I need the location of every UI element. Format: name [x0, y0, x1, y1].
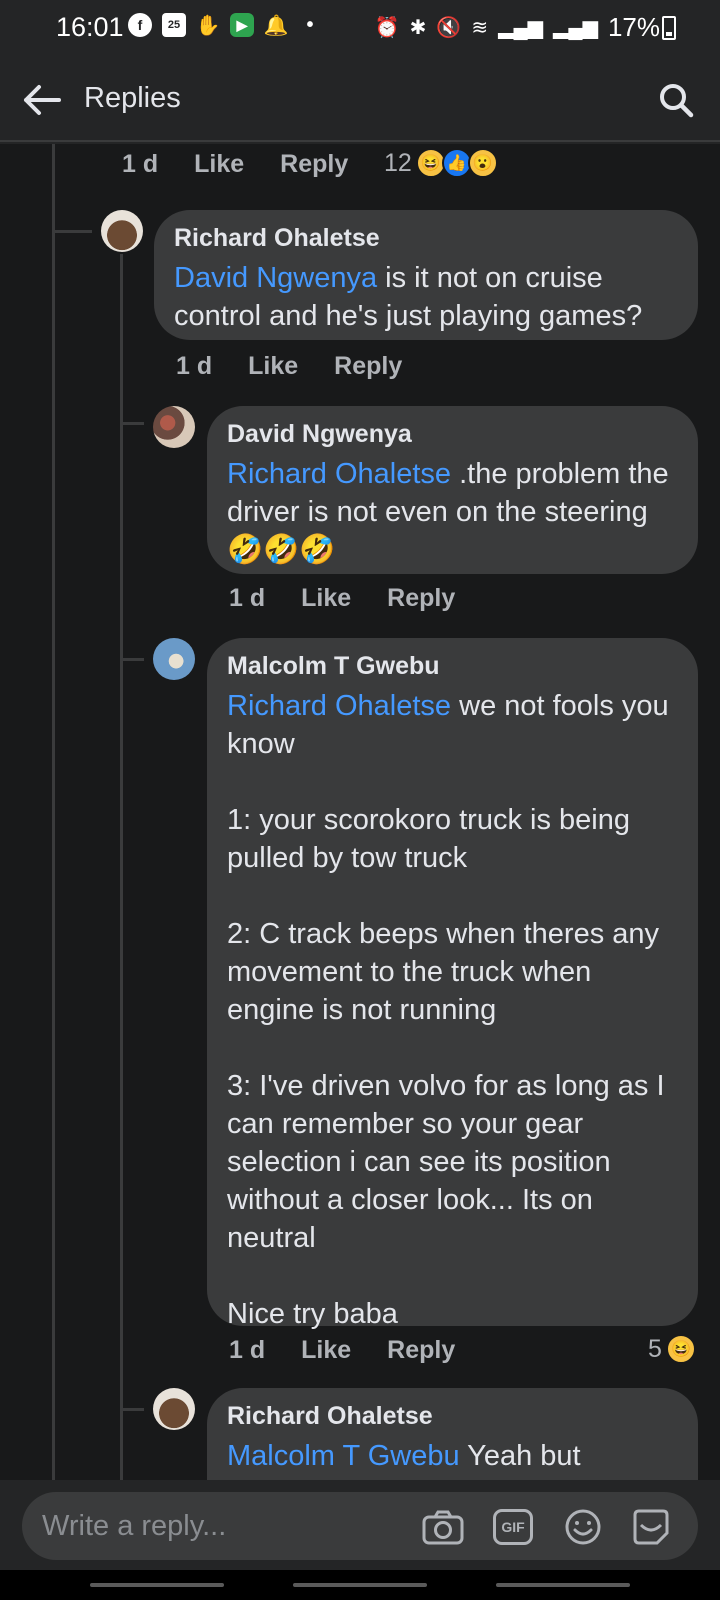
nav-home[interactable] [293, 1583, 427, 1587]
reply-button[interactable]: Reply [334, 352, 402, 381]
thread-connector [120, 422, 144, 425]
facebook-icon: f [128, 13, 152, 37]
comment-actions: 1 d Like Reply [229, 1336, 491, 1365]
like-button[interactable]: Like [301, 584, 351, 613]
comment-time: 1 d [122, 150, 159, 178]
calendar-icon: 25 [162, 13, 186, 37]
reply-button[interactable]: Reply [387, 1336, 455, 1365]
like-button[interactable]: Like [248, 352, 298, 381]
avatar[interactable] [153, 1388, 195, 1430]
alarm-icon: ⏰ [374, 17, 400, 39]
reply-composer: Write a reply... GIF [0, 1480, 720, 1570]
app-icon: ▶ [230, 13, 254, 37]
replies-thread[interactable]: 1 d Like Reply 12 😆 👍 😮 Richard Ohaletse… [0, 144, 720, 1480]
reply-button[interactable]: Reply [387, 584, 455, 613]
like-button[interactable]: Like [301, 1336, 351, 1365]
comment-bubble: Malcolm T Gwebu Richard Ohaletse we not … [207, 638, 698, 1330]
comment-actions: 1 d Like Reply [229, 584, 491, 613]
system-nav-bar [0, 1570, 720, 1600]
notification-icons: f 25 ✋ ▶ 🔔 • [128, 13, 322, 37]
comment-actions: 1 d Like Reply [122, 150, 384, 179]
comment-author[interactable]: David Ngwenya [227, 420, 676, 449]
gif-icon[interactable]: GIF [492, 1506, 534, 1548]
thread-connector [120, 1408, 144, 1411]
nav-recents[interactable] [90, 1583, 224, 1587]
battery-icon [662, 16, 676, 40]
avatar[interactable] [153, 406, 195, 448]
like-button[interactable]: Like [194, 150, 244, 179]
comment-text: David Ngwenya is it not on cruise contro… [174, 262, 643, 332]
reaction-summary[interactable]: 5 😆 [648, 1334, 696, 1364]
wow-reaction-icon: 😮 [467, 148, 498, 178]
thread-connector [52, 230, 92, 233]
comment-time: 1 d [176, 352, 213, 380]
comment-text: Richard Ohaletse .the problem the driver… [227, 458, 677, 566]
comment-author[interactable]: Richard Ohaletse [174, 224, 676, 253]
mention-link[interactable]: Malcolm T Gwebu [227, 1440, 460, 1472]
haha-reaction-icon: 😆 [665, 1334, 696, 1364]
comment-text: Richard Ohaletse we not fools you know 1… [227, 690, 669, 1330]
wifi-icon: ≋ [471, 17, 489, 39]
dot-icon: • [306, 13, 314, 36]
search-icon[interactable] [654, 78, 698, 122]
avatar[interactable] [101, 210, 143, 252]
battery-percent: 17% [607, 12, 660, 42]
comment-author[interactable]: Richard Ohaletse [227, 1402, 676, 1431]
page-title: Replies [84, 82, 181, 114]
avatar[interactable] [153, 638, 195, 680]
reply-placeholder: Write a reply... [42, 1510, 227, 1542]
nav-back[interactable] [496, 1583, 630, 1587]
camera-icon[interactable] [422, 1506, 464, 1548]
system-icons: ⏰ ✱ 🔇 ≋ ▂▄▆ ▂▄▆ 17% [375, 12, 660, 43]
reply-input[interactable]: Write a reply... GIF [22, 1492, 698, 1560]
mute-icon: 🔇 [436, 17, 462, 39]
comment-author[interactable]: Malcolm T Gwebu [227, 652, 676, 681]
mention-link[interactable]: Richard Ohaletse [227, 458, 451, 490]
mention-link[interactable]: Richard Ohaletse [227, 690, 451, 722]
bluetooth-icon: ✱ [409, 17, 427, 39]
signal-2-icon: ▂▄▆ [553, 17, 598, 39]
bell-icon: 🔔 [263, 14, 289, 37]
thread-connector [120, 658, 144, 661]
reaction-count: 5 [648, 1334, 662, 1363]
reaction-summary[interactable]: 12 😆 👍 😮 [384, 148, 498, 178]
status-bar: 16:01 f 25 ✋ ▶ 🔔 • ⏰ ✱ 🔇 ≋ ▂▄▆ ▂▄▆ 17% [0, 0, 720, 56]
back-arrow-icon[interactable] [20, 78, 64, 122]
reply-button[interactable]: Reply [280, 150, 348, 179]
hand-icon: ✋ [195, 14, 221, 37]
reaction-count: 12 [384, 148, 412, 177]
thread-line [52, 144, 55, 1480]
mention-link[interactable]: David Ngwenya [174, 262, 377, 294]
sticker-icon[interactable] [630, 1506, 672, 1548]
comment-bubble: Richard Ohaletse Malcolm T Gwebu Yeah bu… [207, 1388, 698, 1480]
emoji-icon[interactable] [562, 1506, 604, 1548]
comment-time: 1 d [229, 584, 266, 612]
status-time: 16:01 [56, 12, 124, 42]
comment-bubble: David Ngwenya Richard Ohaletse .the prob… [207, 406, 698, 574]
comment-actions: 1 d Like Reply [176, 352, 438, 381]
thread-line [120, 254, 123, 1480]
signal-icon: ▂▄▆ [498, 17, 544, 39]
comment-text: Malcolm T Gwebu Yeah but [227, 1440, 581, 1472]
comment-bubble: Richard Ohaletse David Ngwenya is it not… [154, 210, 698, 340]
comment-time: 1 d [229, 1336, 266, 1364]
app-header: Replies [0, 56, 720, 142]
